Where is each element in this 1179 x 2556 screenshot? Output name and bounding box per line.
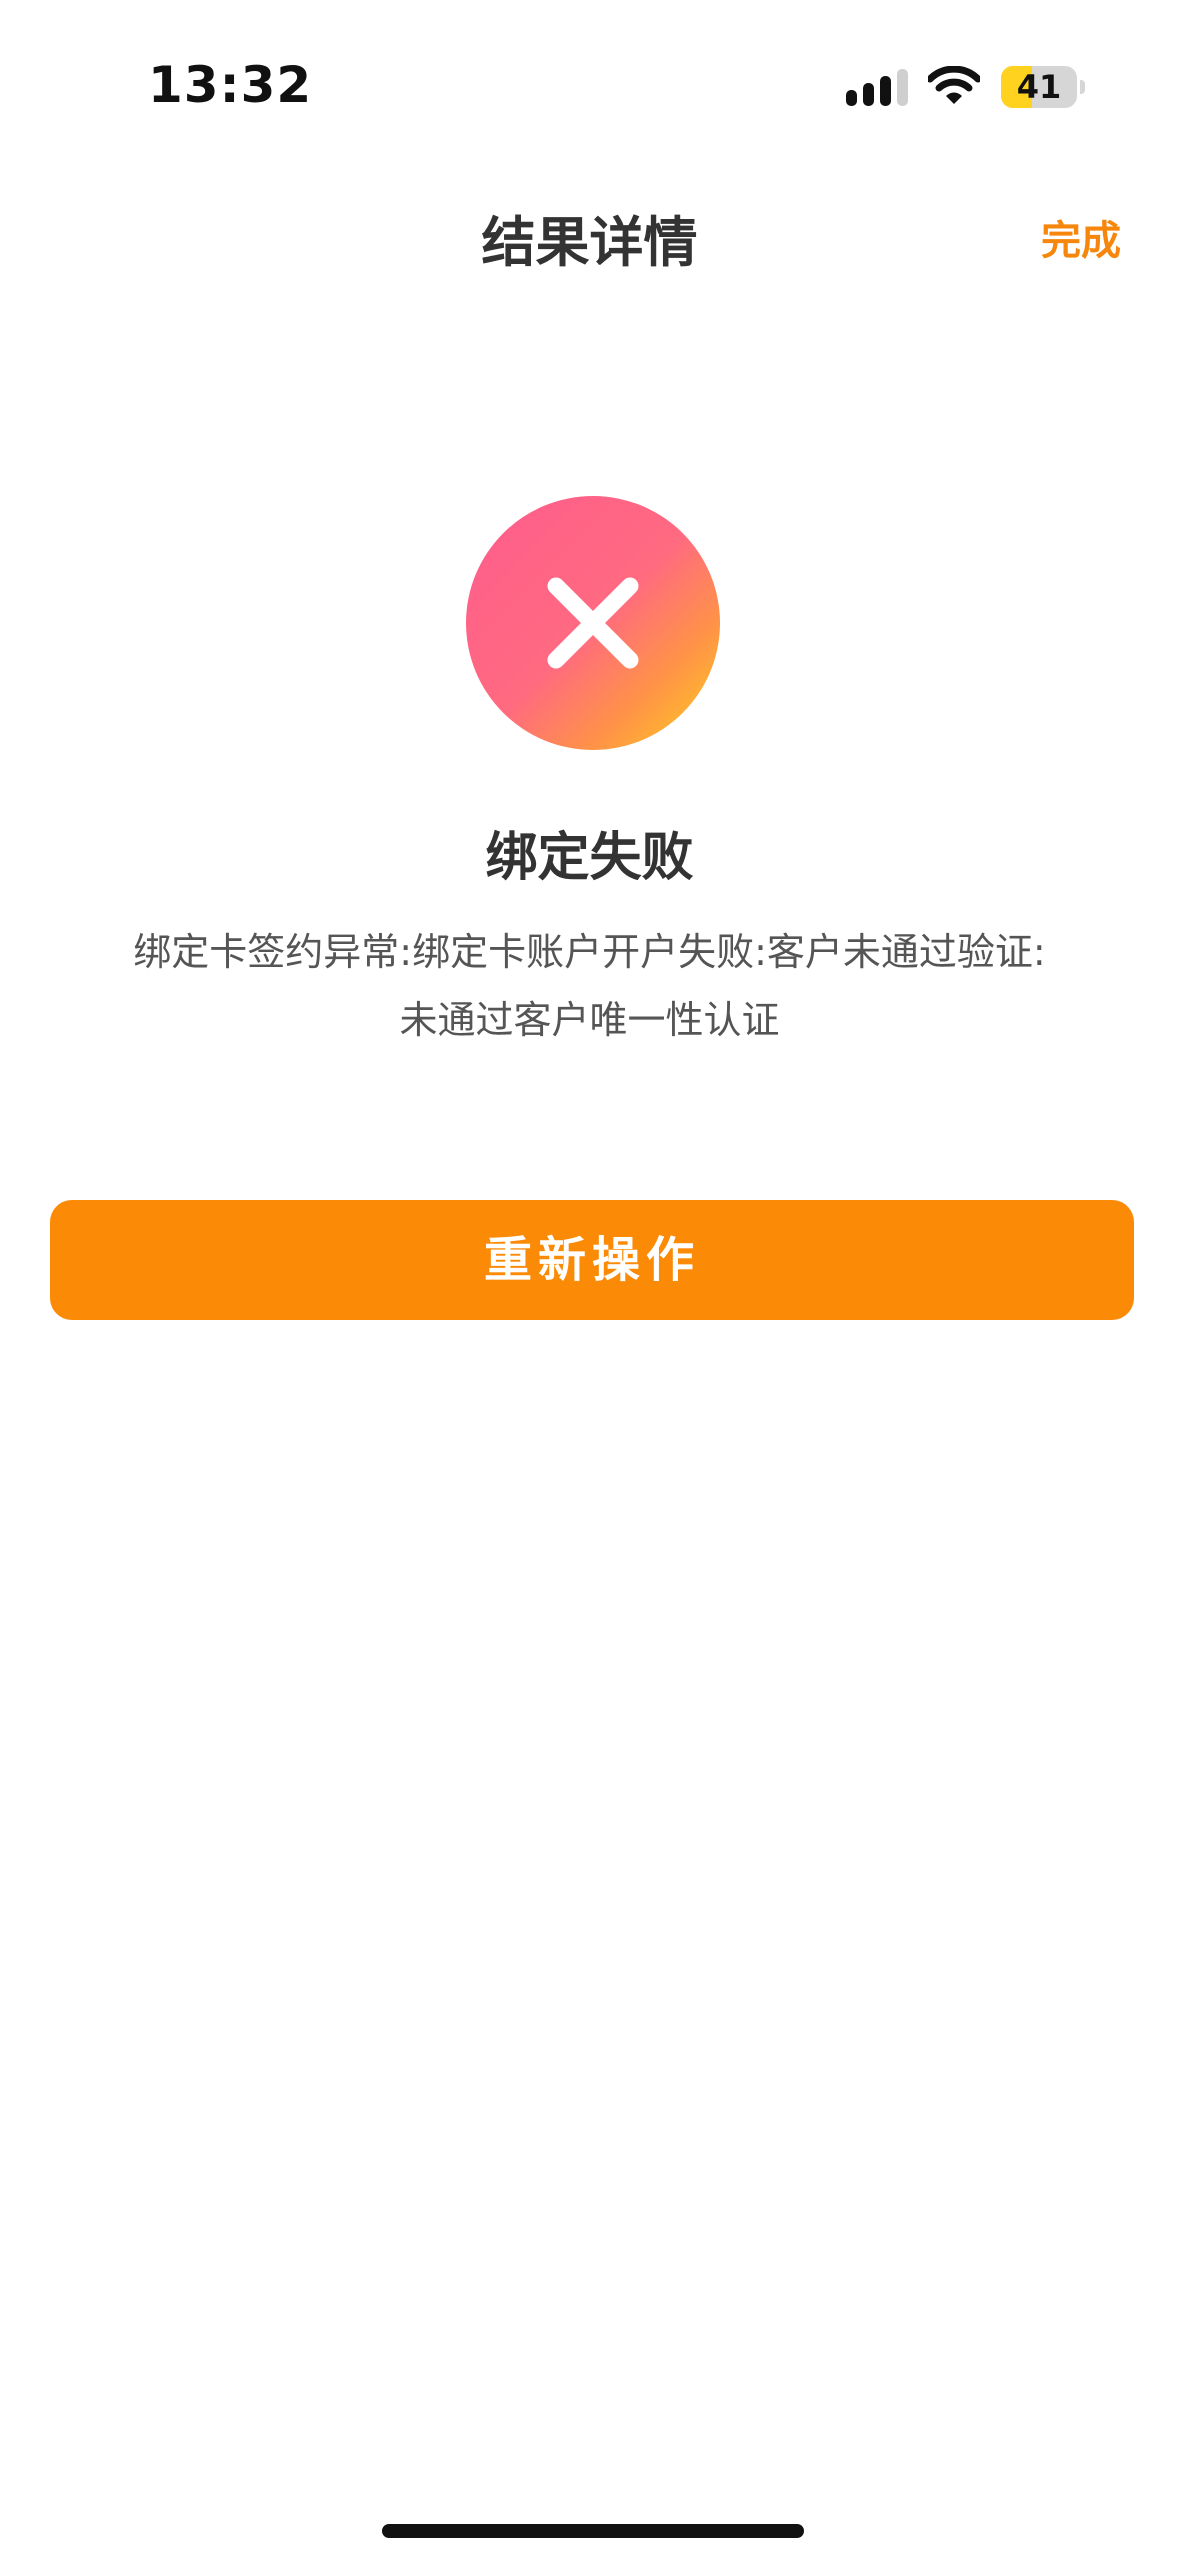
status-bar: 13:32 41: [0, 0, 1179, 150]
status-time: 13:32: [148, 56, 313, 114]
battery-icon: 41: [1001, 66, 1085, 108]
signal-icon: [846, 69, 908, 106]
result-failure-badge: [466, 496, 720, 750]
retry-button[interactable]: 重新操作: [50, 1200, 1134, 1320]
close-icon: [547, 577, 639, 669]
result-title: 绑定失败: [485, 828, 694, 888]
battery-level: 41: [1016, 68, 1062, 106]
battery-cap: [1080, 80, 1085, 94]
result-message-line-1: 绑定卡签约异常:绑定卡账户开户失败:客户未通过验证:: [133, 930, 1046, 974]
battery-body: 41: [1001, 66, 1077, 108]
page-title: 结果详情: [481, 211, 698, 274]
done-button[interactable]: 完成: [1041, 208, 1121, 266]
home-indicator: [382, 2524, 804, 2538]
result-message-line-2: 未通过客户唯一性认证: [399, 998, 780, 1042]
wifi-icon: [928, 66, 980, 104]
result-message: 绑定卡签约异常:绑定卡账户开户失败:客户未通过验证: 未通过客户唯一性认证: [60, 918, 1119, 1054]
nav-bar: 结果详情 完成: [0, 170, 1179, 290]
